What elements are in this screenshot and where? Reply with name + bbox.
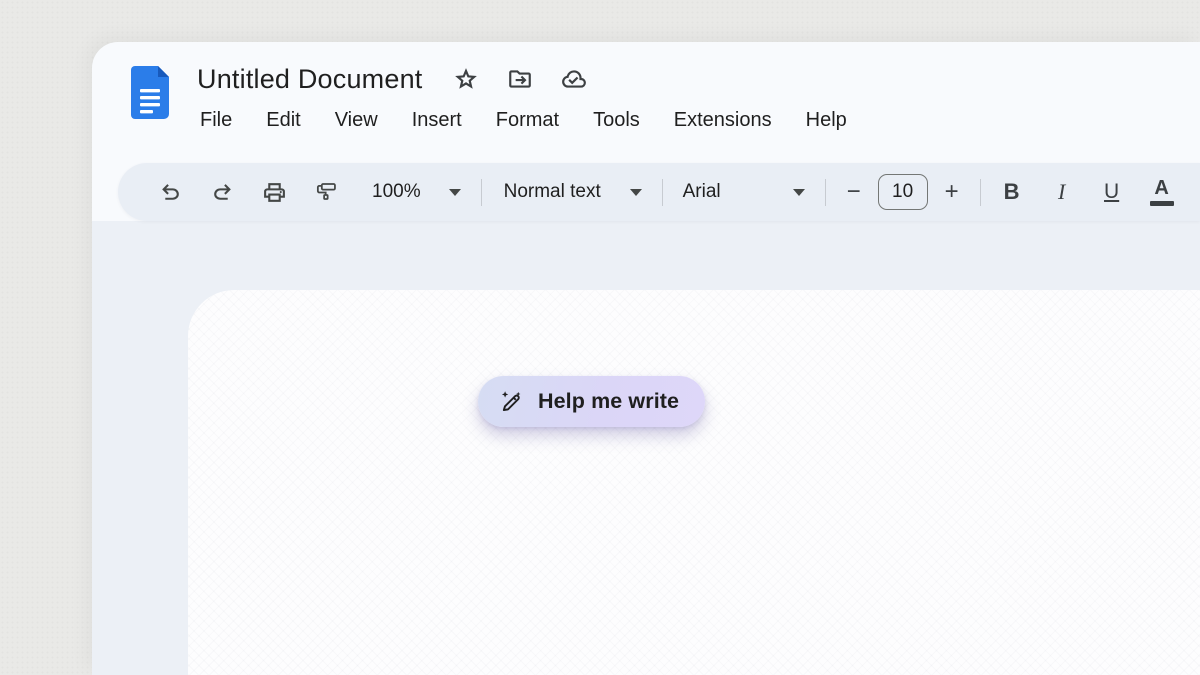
- text-color-label: A: [1154, 178, 1168, 198]
- menu-edit[interactable]: Edit: [263, 107, 303, 134]
- toolbar-divider: [481, 179, 482, 206]
- font-size-input[interactable]: [878, 174, 928, 210]
- toolbar-divider: [662, 179, 663, 206]
- undo-icon: [158, 180, 183, 205]
- app-header: Untitled Document File Edit View: [92, 42, 1200, 163]
- decrease-font-size-button[interactable]: −: [836, 174, 872, 210]
- bold-button[interactable]: B: [991, 172, 1033, 212]
- chevron-down-icon: [630, 189, 642, 196]
- menu-help[interactable]: Help: [803, 107, 850, 134]
- redo-icon: [210, 180, 235, 205]
- toolbar-divider: [980, 179, 981, 206]
- document-canvas[interactable]: Help me write: [188, 290, 1200, 675]
- menu-extensions[interactable]: Extensions: [671, 107, 775, 134]
- text-color-button[interactable]: A: [1141, 172, 1183, 212]
- desktop-background: { "header": { "title": "Untitled Documen…: [0, 0, 1200, 675]
- font-value: Arial: [683, 181, 721, 203]
- zoom-value: 100%: [372, 181, 421, 203]
- paint-format-icon: [314, 180, 339, 205]
- chevron-down-icon: [449, 189, 461, 196]
- help-me-write-label: Help me write: [538, 389, 679, 414]
- menu-file[interactable]: File: [197, 107, 235, 134]
- underline-button[interactable]: U: [1091, 172, 1133, 212]
- paint-format-button[interactable]: [306, 172, 346, 212]
- paragraph-style-value: Normal text: [504, 181, 601, 203]
- zoom-dropdown[interactable]: 100%: [362, 172, 471, 212]
- star-outline-icon[interactable]: [453, 66, 480, 93]
- undo-button[interactable]: [150, 172, 190, 212]
- menu-format[interactable]: Format: [493, 107, 562, 134]
- magic-pencil-sparkle-icon: [498, 388, 525, 415]
- paragraph-styles-dropdown[interactable]: Normal text: [494, 172, 652, 212]
- help-me-write-button[interactable]: Help me write: [478, 376, 705, 427]
- docs-logo-icon[interactable]: [131, 66, 169, 119]
- menu-insert[interactable]: Insert: [409, 107, 465, 134]
- print-button[interactable]: [254, 172, 294, 212]
- docs-window: Untitled Document File Edit View: [92, 42, 1200, 675]
- print-icon: [262, 180, 287, 205]
- increase-font-size-button[interactable]: +: [934, 174, 970, 210]
- menu-view[interactable]: View: [332, 107, 381, 134]
- text-color-swatch: [1150, 201, 1174, 206]
- font-dropdown[interactable]: Arial: [673, 172, 815, 212]
- menu-tools[interactable]: Tools: [590, 107, 643, 134]
- toolbar: 100% Normal text Arial − + B I U A: [118, 163, 1200, 221]
- cloud-check-icon[interactable]: [561, 66, 588, 93]
- redo-button[interactable]: [202, 172, 242, 212]
- chevron-down-icon: [793, 189, 805, 196]
- document-title[interactable]: Untitled Document: [197, 64, 423, 95]
- italic-button[interactable]: I: [1041, 172, 1083, 212]
- title-block: Untitled Document File Edit View: [197, 58, 1180, 134]
- toolbar-divider: [825, 179, 826, 206]
- menu-bar: File Edit View Insert Format Tools Exten…: [197, 107, 1180, 134]
- folder-move-icon[interactable]: [507, 66, 534, 93]
- editor-background: Help me write: [92, 221, 1200, 675]
- header-actions: [453, 66, 588, 93]
